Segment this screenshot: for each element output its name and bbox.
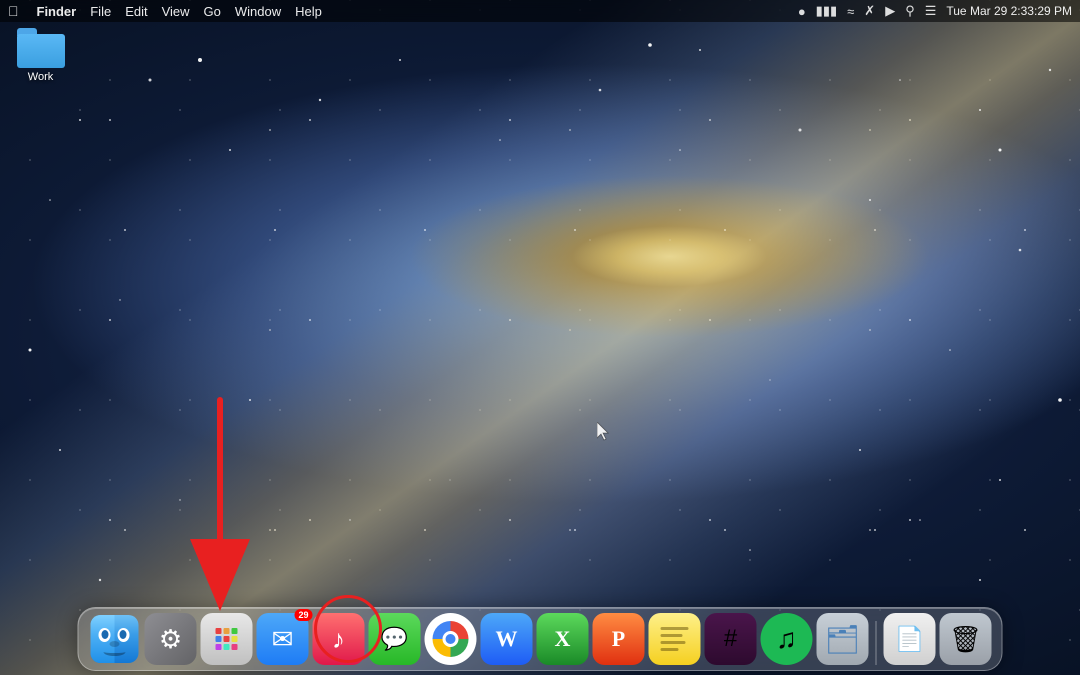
messages-icon: 💬 <box>381 626 408 652</box>
desktop-background <box>0 0 1080 675</box>
dock-excel[interactable]: X <box>537 613 589 665</box>
go-menu[interactable]: Go <box>204 4 221 19</box>
notes-icon <box>653 619 697 659</box>
dock-chrome[interactable] <box>425 613 477 665</box>
dock-music[interactable]: ♪ <box>313 613 365 665</box>
help-menu[interactable]: Help <box>295 4 322 19</box>
galaxy-band <box>0 0 1080 675</box>
dock-trash[interactable]: 🗑 <box>940 613 992 665</box>
dock-powerpoint[interactable]: P <box>593 613 645 665</box>
files-icon: 🗂 <box>825 623 861 656</box>
notification-icon[interactable]: ☰ <box>925 3 937 19</box>
trash-icon: 🗑 <box>949 624 982 655</box>
mail-icon: ✉ <box>272 624 294 655</box>
dock-mail[interactable]: ✉ 29 <box>257 613 309 665</box>
finder-menu[interactable]: Finder <box>37 4 77 19</box>
dock-preview[interactable]: 📄 <box>884 613 936 665</box>
spotify-icon: ♫ <box>776 623 797 655</box>
wifi-icon[interactable]: ≈ <box>847 4 854 19</box>
preview-icon: 📄 <box>895 625 925 654</box>
menubar-right: ● ▮▮▮ ≈ ✗ ▶ ⚲ ☰ Tue Mar 29 2:33:29 PM <box>798 3 1072 19</box>
excel-icon: X <box>555 626 571 652</box>
apple-menu[interactable]:  <box>8 3 19 19</box>
dock-finder[interactable] <box>89 613 141 665</box>
word-icon: W <box>496 626 518 652</box>
folder-label: Work <box>28 71 53 83</box>
dock-notes[interactable] <box>649 613 701 665</box>
file-menu[interactable]: File <box>90 4 111 19</box>
folder-body <box>17 34 65 68</box>
launchpad-icon <box>210 622 244 656</box>
work-folder[interactable]: Work <box>8 28 73 83</box>
edit-menu[interactable]: Edit <box>125 4 147 19</box>
dock-container: ⚙ ✉ 29 ♪ 💬 <box>78 607 1003 671</box>
powerpoint-icon: P <box>612 626 625 652</box>
dock-spotify[interactable]: ♫ <box>761 613 813 665</box>
menubar:  Finder File Edit View Go Window Help ●… <box>0 0 1080 22</box>
search-icon[interactable]: ⚲ <box>905 3 915 19</box>
volume-icon[interactable]: ▶ <box>885 3 895 19</box>
finder-icon <box>91 615 139 663</box>
mail-badge: 29 <box>294 609 312 621</box>
gear-icon: ⚙ <box>159 624 182 655</box>
dropbox-icon[interactable]: ● <box>798 4 806 19</box>
dock: ⚙ ✉ 29 ♪ 💬 <box>78 607 1003 671</box>
window-menu[interactable]: Window <box>235 4 281 19</box>
chrome-icon <box>433 621 469 657</box>
bluetooth-icon[interactable]: ✗ <box>864 3 875 19</box>
music-icon: ♪ <box>332 624 345 655</box>
dock-word[interactable]: W <box>481 613 533 665</box>
dock-finder-files[interactable]: 🗂 <box>817 613 869 665</box>
battery-icon[interactable]: ▮▮▮ <box>816 3 837 19</box>
dock-slack[interactable]: # <box>705 613 757 665</box>
dock-system-preferences[interactable]: ⚙ <box>145 613 197 665</box>
dock-messages[interactable]: 💬 <box>369 613 421 665</box>
dock-launchpad[interactable] <box>201 613 253 665</box>
clock: Tue Mar 29 2:33:29 PM <box>946 4 1072 18</box>
menubar-left:  Finder File Edit View Go Window Help <box>8 3 798 19</box>
slack-icon: # <box>724 625 737 653</box>
view-menu[interactable]: View <box>162 4 190 19</box>
dock-divider <box>876 621 877 665</box>
folder-icon <box>17 28 65 68</box>
